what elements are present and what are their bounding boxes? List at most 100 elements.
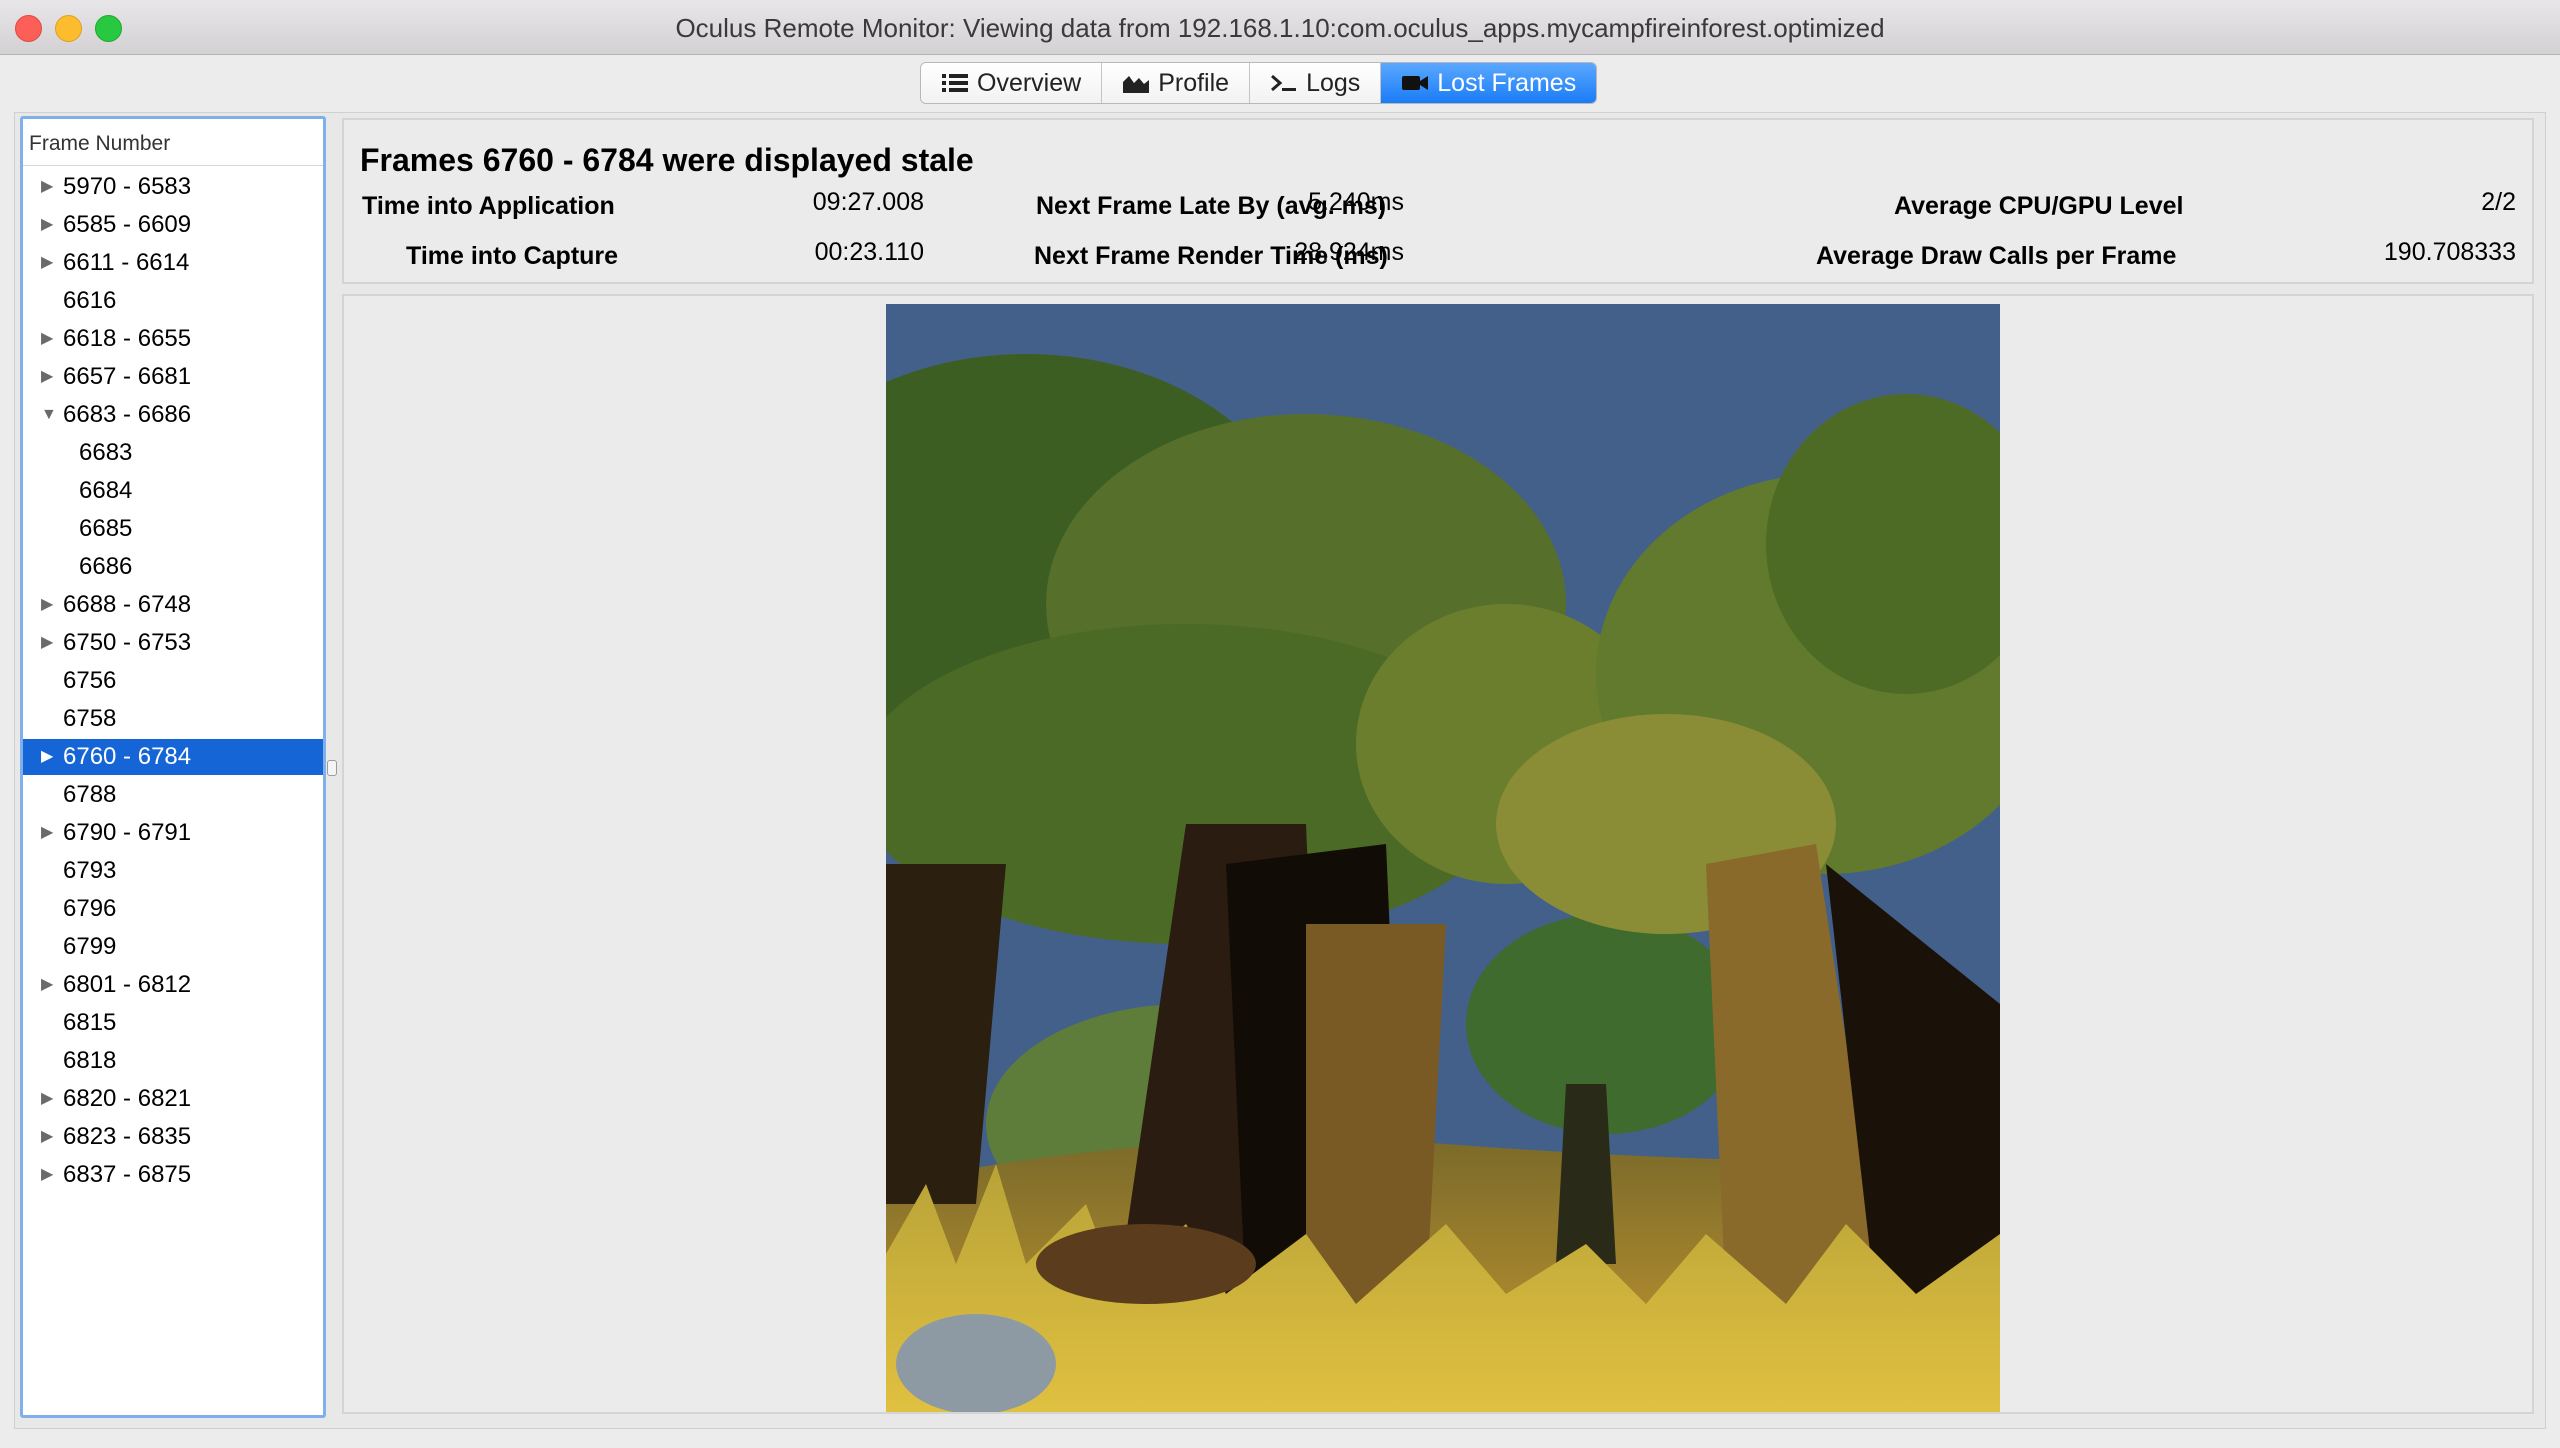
frame-tree-row[interactable]: ▶ 6611 - 6614 bbox=[23, 245, 323, 281]
frame-tree-row[interactable]: ▶ 6820 - 6821 bbox=[23, 1081, 323, 1117]
frame-tree-row[interactable]: ▶ 6618 - 6655 bbox=[23, 321, 323, 357]
frame-screenshot bbox=[886, 304, 2000, 1412]
frame-range-label: 6616 bbox=[63, 287, 117, 314]
frame-range-label: 6820 - 6821 bbox=[63, 1085, 192, 1112]
disclosure-right-icon[interactable]: ▶ bbox=[41, 321, 53, 357]
frame-number-column-header[interactable]: Frame Number bbox=[23, 119, 323, 166]
disclosure-right-icon[interactable]: ▶ bbox=[41, 739, 53, 775]
disclosure-right-icon[interactable]: ▶ bbox=[41, 1081, 53, 1117]
disclosure-down-icon[interactable]: ▼ bbox=[41, 397, 57, 433]
frame-tree-row[interactable]: ▶ 6688 - 6748 bbox=[23, 587, 323, 623]
frame-range-label: 6686 bbox=[79, 553, 133, 580]
tab-logs[interactable]: Logs bbox=[1250, 63, 1382, 103]
frame-range-label: 6837 - 6875 bbox=[63, 1161, 192, 1188]
list-icon bbox=[942, 74, 968, 92]
tab-lost-frames-label: Lost Frames bbox=[1437, 68, 1577, 97]
frame-range-label: 6611 - 6614 bbox=[63, 249, 190, 276]
frame-range-label: 5970 - 6583 bbox=[63, 173, 192, 200]
disclosure-right-icon[interactable]: ▶ bbox=[41, 587, 53, 623]
frame-tree-row[interactable]: 6799 bbox=[23, 929, 323, 965]
frame-range-label: 6685 bbox=[79, 515, 133, 542]
frame-tree-row[interactable]: 6616 bbox=[23, 283, 323, 319]
disclosure-right-icon[interactable]: ▶ bbox=[41, 625, 53, 661]
camera-icon bbox=[1402, 76, 1429, 90]
time-into-application-label: Time into Application bbox=[362, 192, 615, 220]
frame-range-label: 6683 - 6686 bbox=[63, 401, 192, 428]
frame-tree-child-row[interactable]: 6684 bbox=[23, 473, 323, 509]
frame-range-label: 6760 - 6784 bbox=[63, 743, 192, 770]
avg-cpu-gpu-value: 2/2 bbox=[2481, 188, 2516, 216]
frame-tree-row[interactable]: 6796 bbox=[23, 891, 323, 927]
tab-logs-label: Logs bbox=[1306, 68, 1361, 97]
frame-range-label: 6684 bbox=[79, 477, 133, 504]
frame-tree-child-row[interactable]: 6685 bbox=[23, 511, 323, 547]
frame-range-label: 6788 bbox=[63, 781, 117, 808]
frame-range-label: 6758 bbox=[63, 705, 117, 732]
frame-tree-row[interactable]: 6793 bbox=[23, 853, 323, 889]
frame-range-label: 6750 - 6753 bbox=[63, 629, 192, 656]
frame-range-label: 6657 - 6681 bbox=[63, 363, 192, 390]
tab-profile[interactable]: Profile bbox=[1102, 63, 1251, 103]
frame-range-label: 6688 - 6748 bbox=[63, 591, 192, 618]
tab-overview[interactable]: Overview bbox=[921, 63, 1103, 103]
frame-tree-row[interactable]: ▶ 6790 - 6791 bbox=[23, 815, 323, 851]
window-title: Oculus Remote Monitor: Viewing data from… bbox=[675, 13, 1885, 43]
disclosure-right-icon[interactable]: ▶ bbox=[41, 1119, 53, 1155]
tab-overview-label: Overview bbox=[977, 68, 1082, 97]
frame-tree[interactable]: Frame Number ▶ 5970 - 6583 ▶ 6585 - 6609 ▶ 66… bbox=[20, 116, 326, 1418]
time-into-application-value: 09:27.008 bbox=[812, 188, 924, 216]
frame-tree-child-row[interactable]: 6683 bbox=[23, 435, 323, 471]
frame-tree-row[interactable]: ▶ 6823 - 6835 bbox=[23, 1119, 323, 1155]
disclosure-right-icon[interactable]: ▶ bbox=[41, 207, 53, 243]
time-into-capture-label: Time into Capture bbox=[406, 242, 619, 270]
next-frame-render-value: 28.924ms bbox=[1294, 238, 1404, 266]
frame-image-panel bbox=[342, 294, 2534, 1414]
frame-tree-row[interactable]: ▶ 6585 - 6609 bbox=[23, 207, 323, 243]
disclosure-right-icon[interactable]: ▶ bbox=[41, 169, 53, 205]
area-chart-icon bbox=[1123, 76, 1150, 93]
frame-tree-row[interactable]: ▶ 6657 - 6681 bbox=[23, 359, 323, 395]
frame-tree-row[interactable]: ▼ 6683 - 6686 bbox=[23, 397, 323, 433]
frame-range-label: 6793 bbox=[63, 857, 117, 884]
tab-lost-frames[interactable]: Lost Frames bbox=[1381, 63, 1597, 103]
title-bar: Oculus Remote Monitor: Viewing data from… bbox=[0, 0, 2560, 55]
frame-tree-row[interactable]: ▶ 6801 - 6812 bbox=[23, 967, 323, 1003]
disclosure-right-icon[interactable]: ▶ bbox=[41, 967, 53, 1003]
frame-tree-row[interactable]: 6788 bbox=[23, 777, 323, 813]
frame-tree-row[interactable]: 6756 bbox=[23, 663, 323, 699]
stale-frames-title: Frames 6760 - 6784 were displayed stale bbox=[360, 142, 974, 178]
disclosure-right-icon[interactable]: ▶ bbox=[41, 245, 53, 281]
frame-range-label: 6756 bbox=[63, 667, 117, 694]
frame-tree-row[interactable]: ▶ 6760 - 6784 bbox=[23, 739, 323, 775]
frame-range-label: 6790 - 6791 bbox=[63, 819, 192, 846]
frame-tree-row[interactable]: 6818 bbox=[23, 1043, 323, 1079]
frame-range-label: 6799 bbox=[63, 933, 117, 960]
frame-range-label: 6585 - 6609 bbox=[63, 211, 192, 238]
frame-tree-row[interactable]: 6758 bbox=[23, 701, 323, 737]
tab-profile-label: Profile bbox=[1158, 68, 1230, 97]
frame-info-panel: Frames 6760 - 6784 were displayed stale … bbox=[342, 118, 2534, 284]
time-into-capture-value: 00:23.110 bbox=[814, 238, 924, 266]
frame-tree-row[interactable]: 6815 bbox=[23, 1005, 323, 1041]
tab-bar: Overview Profile Logs Lost Frames bbox=[920, 62, 1598, 104]
frame-range-label: 6801 - 6812 bbox=[63, 971, 192, 998]
avg-cpu-gpu-label: Average CPU/GPU Level bbox=[1894, 192, 2184, 220]
frame-range-label: 6823 - 6835 bbox=[63, 1123, 192, 1150]
frame-tree-row[interactable]: ▶ 5970 - 6583 bbox=[23, 169, 323, 205]
frame-range-label: 6683 bbox=[79, 439, 133, 466]
next-frame-late-value: 5.240ms bbox=[1308, 188, 1404, 216]
frame-range-label: 6796 bbox=[63, 895, 117, 922]
disclosure-right-icon[interactable]: ▶ bbox=[41, 359, 53, 395]
frame-range-label: 6818 bbox=[63, 1047, 117, 1074]
terminal-icon bbox=[1271, 74, 1297, 92]
avg-draw-calls-label: Average Draw Calls per Frame bbox=[1816, 242, 2177, 270]
split-handle[interactable] bbox=[327, 760, 337, 776]
frame-range-label: 6618 - 6655 bbox=[63, 325, 192, 352]
avg-draw-calls-value: 190.708333 bbox=[2383, 238, 2516, 266]
disclosure-right-icon[interactable]: ▶ bbox=[41, 815, 53, 851]
disclosure-right-icon[interactable]: ▶ bbox=[41, 1157, 53, 1193]
frame-tree-child-row[interactable]: 6686 bbox=[23, 549, 323, 585]
frame-tree-row[interactable]: ▶ 6837 - 6875 bbox=[23, 1157, 323, 1193]
frame-tree-row[interactable]: ▶ 6750 - 6753 bbox=[23, 625, 323, 661]
frame-range-label: 6815 bbox=[63, 1009, 117, 1036]
